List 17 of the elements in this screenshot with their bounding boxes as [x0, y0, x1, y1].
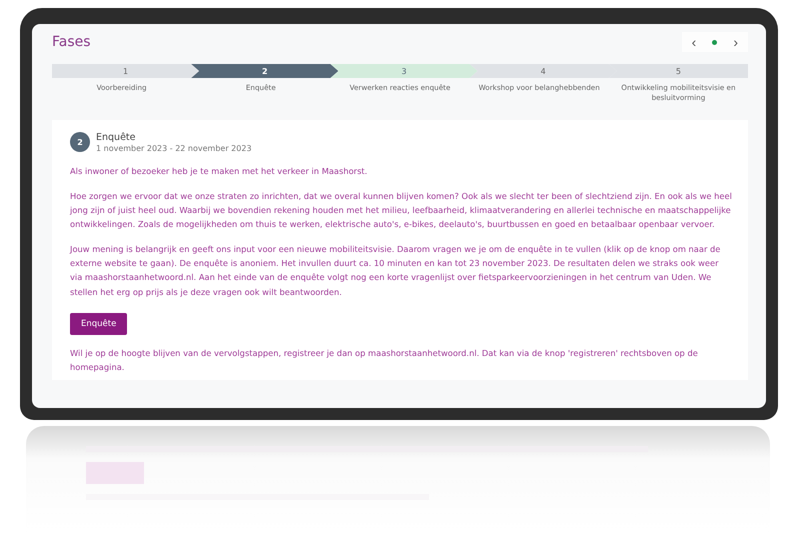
- phase-title: Enquête: [96, 132, 136, 143]
- step-bar[interactable]: 4: [470, 64, 617, 78]
- step-bar[interactable]: 5: [608, 64, 748, 78]
- phase-dates: 1 november 2023 - 22 november 2023: [96, 144, 252, 153]
- step-bar[interactable]: 1: [52, 64, 200, 78]
- step-bar[interactable]: 2: [191, 64, 338, 78]
- step-badge: 2: [70, 132, 90, 152]
- next-button[interactable]: ›: [731, 34, 740, 50]
- carousel-dot[interactable]: [712, 40, 718, 44]
- paragraph: Jouw mening is belangrijk en geeft ons input voor een nieuwe mobiliteitsvisie. Daarom vragen we je om de enquête in te vullen (klik op de knop om naar de externe website te gaan). De enquête is anoniem. Het invullen duurt ca. 10 minuten en kan tot 23 november 2023. De resultaten delen we straks ook weer via maashorstaanhetwoord.nl. Aan het einde van de enquête volgt nog een korte vragenlijst over fietsparkeervoorzieningen in het centrum van Uden. We stellen het erg op prijs als je deze vragen ook wilt beantwoorden.: [70, 243, 722, 299]
- survey-button[interactable]: Enquête: [70, 312, 128, 335]
- previous-button[interactable]: ‹: [690, 34, 698, 50]
- paragraph: Als inwoner of bezoeker heb je te maken met het verkeer in Maashorst.: [70, 164, 368, 178]
- page-title: Fases: [52, 34, 91, 50]
- step-bar[interactable]: 3: [330, 64, 478, 78]
- paragraph: Hoe zorgen we ervoor dat we onze straten zo inrichten, dat we overal kunnen blijven komen? Ook als we slecht ter been of slechtziend zijn. En ook als we heel jong zijn of juist heel oud. Waarbij we bovendien rekening houden met het milieu, leefbaarheid, klimaatverandering en allerlei technische en maatschappelijke ontwikkelingen. Zoals de mogelijkheden om thuis te werken, elektrische auto's, e-bikes, deelauto's, buurtbussen en goed en betaalbaar openbaar vervoer.: [70, 190, 732, 232]
- paragraph: Wil je op de hoogte blijven van de vervolgstappen, registreer je dan op maashorstaanhetwoord.nl. Dat kan via de knop 'registreren' rechtsboven op de homepagina.: [70, 346, 699, 374]
